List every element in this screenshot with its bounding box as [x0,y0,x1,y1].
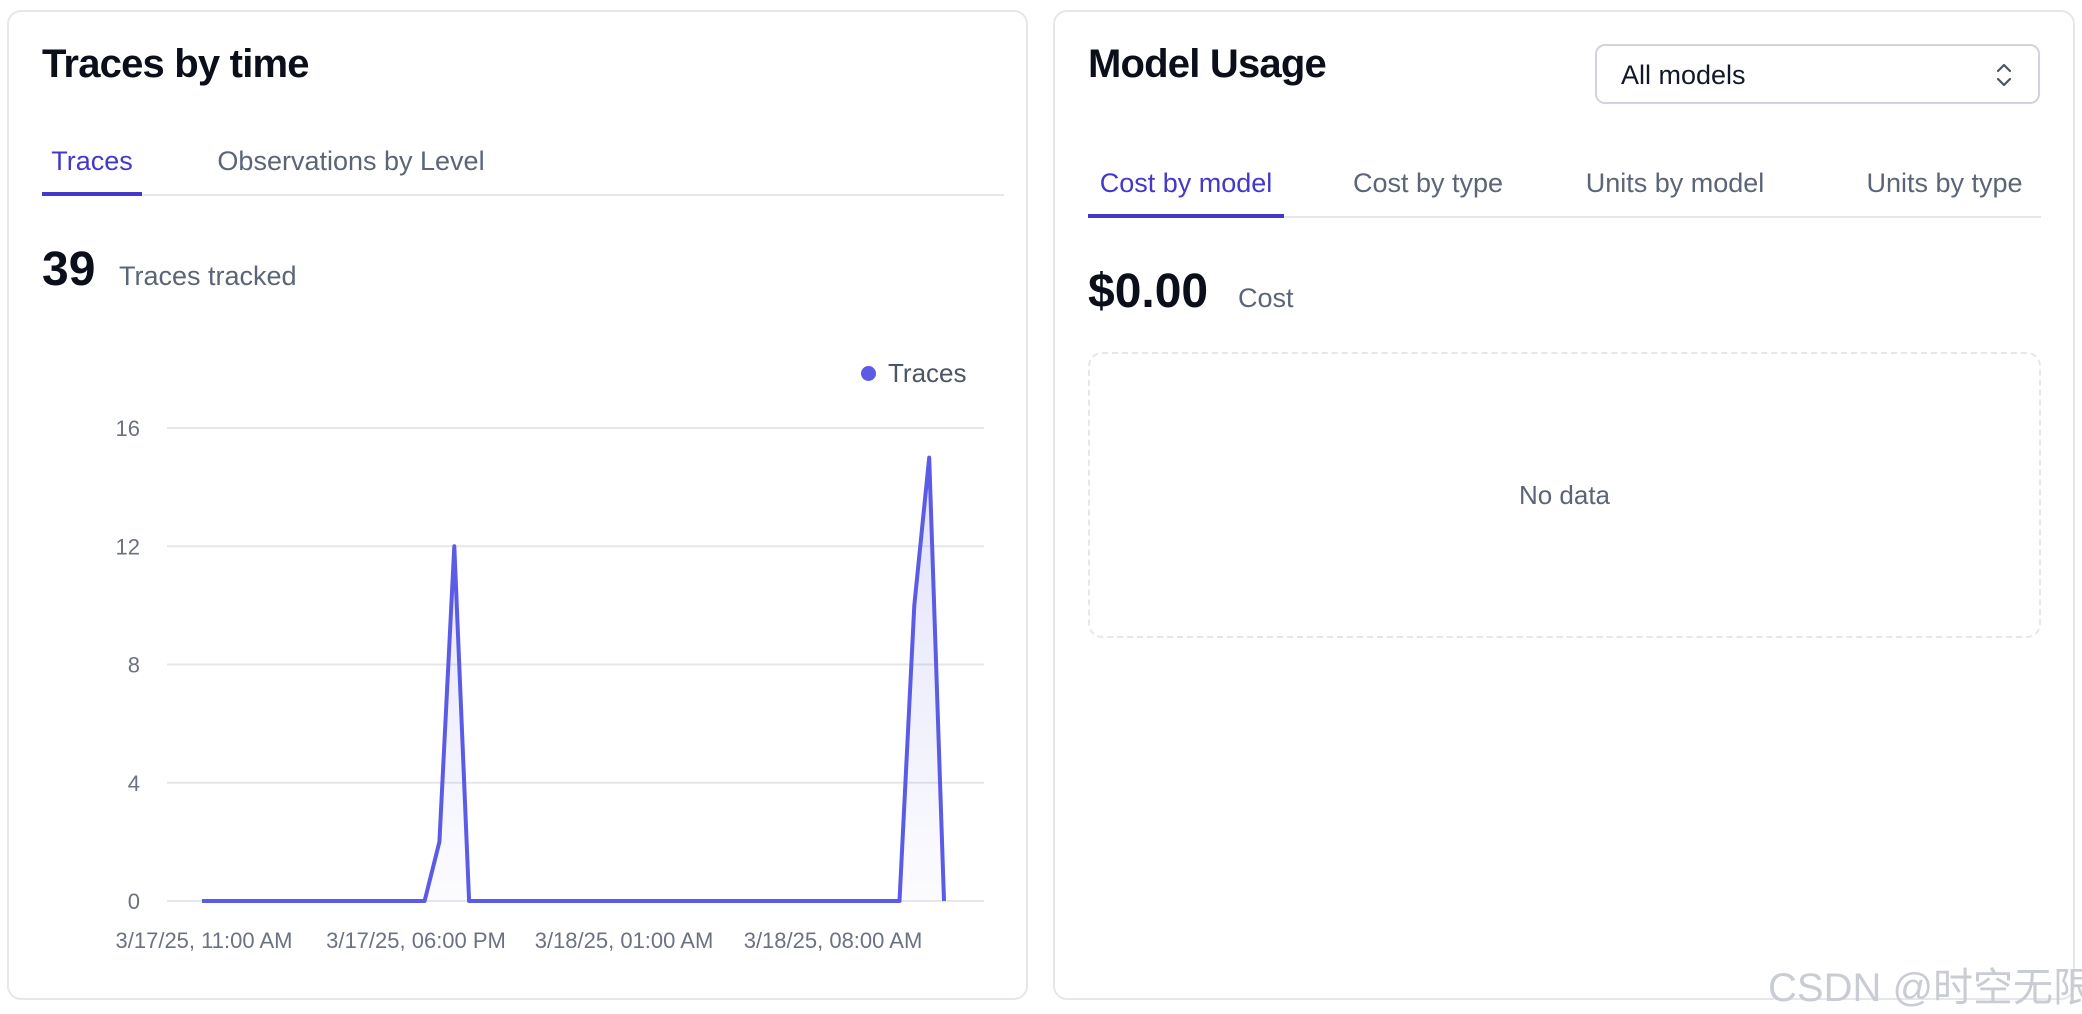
data-point[interactable] [819,895,831,907]
data-point[interactable] [359,895,371,907]
data-point[interactable] [419,895,431,907]
tab-units-by-model[interactable]: Units by model [1571,158,1779,218]
data-point[interactable] [597,895,609,907]
data-point[interactable] [448,540,460,552]
data-point[interactable] [686,895,698,907]
model-tabs: Cost by model Cost by type Units by mode… [1088,156,2041,218]
empty-state-message: No data [1518,479,1611,510]
data-point[interactable] [508,895,520,907]
model-usage-card: Model Usage All models Cost by model Cos… [1053,10,2075,1000]
data-point[interactable] [730,895,742,907]
data-point[interactable] [790,895,802,907]
y-tick-label: 12 [116,534,140,559]
data-point[interactable] [715,895,727,907]
data-point[interactable] [641,895,653,907]
data-point[interactable] [908,599,920,611]
x-tick-label: 3/17/25, 11:00 AM [116,928,293,953]
watermark: CSDN @时空无限 [1768,966,2082,1010]
model-select[interactable]: All models [1595,44,2040,104]
x-tick-label: 3/17/25, 06:00 PM [326,928,506,953]
empty-state: No data [1088,352,2041,638]
data-point[interactable] [522,895,534,907]
data-point[interactable] [849,895,861,907]
model-card-title: Model Usage [1088,42,1327,86]
data-point[interactable] [893,895,905,907]
data-point[interactable] [879,895,891,907]
traces-area [202,457,944,901]
data-point[interactable] [493,895,505,907]
data-point[interactable] [671,895,683,907]
data-point[interactable] [537,895,549,907]
data-point[interactable] [344,895,356,907]
traces-chart: 0 4 8 12 16 3/17/25, 11:00 AM 3/17/25, 06:00 … [116,416,984,953]
data-point[interactable] [923,452,935,464]
data-point[interactable] [834,895,846,907]
data-point[interactable] [701,895,713,907]
tab-cost-by-model[interactable]: Cost by model [1088,158,1284,218]
cost-value: $0.00 [1088,265,1209,318]
data-point[interactable] [226,895,238,907]
data-point[interactable] [478,895,490,907]
data-point[interactable] [804,895,816,907]
data-point[interactable] [938,895,950,907]
data-point[interactable] [567,895,579,907]
data-point[interactable] [582,895,594,907]
data-point[interactable] [374,895,386,907]
data-point[interactable] [300,895,312,907]
traces-by-time-card: Traces by time Traces Observations by Le… [7,10,1028,1000]
data-point[interactable] [626,895,638,907]
data-point[interactable] [463,895,475,907]
data-point[interactable] [211,895,223,907]
traces-line [202,455,946,903]
y-tick-label: 0 [128,889,140,914]
x-tick-label: 3/18/25, 01:00 AM [535,928,714,953]
data-point[interactable] [196,895,208,907]
data-point[interactable] [285,895,297,907]
y-tick-label: 4 [128,771,140,796]
chevron-up-down-icon [1996,63,2012,87]
data-point[interactable] [241,895,253,907]
data-point[interactable] [552,895,564,907]
cost-label: Cost [1238,283,1294,313]
x-tick-label: 3/18/25, 08:00 AM [744,928,923,953]
data-point[interactable] [270,895,282,907]
data-point[interactable] [612,895,624,907]
data-point[interactable] [775,895,787,907]
data-point[interactable] [315,895,327,907]
model-select-value: All models [1621,60,1746,90]
tab-cost-by-type[interactable]: Cost by type [1338,158,1518,218]
data-point[interactable] [433,836,445,848]
data-point[interactable] [389,895,401,907]
data-point[interactable] [404,895,416,907]
data-point[interactable] [330,895,342,907]
data-point[interactable] [760,895,772,907]
data-point[interactable] [255,895,267,907]
tab-units-by-type[interactable]: Units by type [1848,158,2041,218]
data-point[interactable] [656,895,668,907]
y-tick-label: 8 [128,653,140,678]
data-point[interactable] [864,895,876,907]
data-point[interactable] [745,895,757,907]
y-tick-label: 16 [116,416,140,441]
